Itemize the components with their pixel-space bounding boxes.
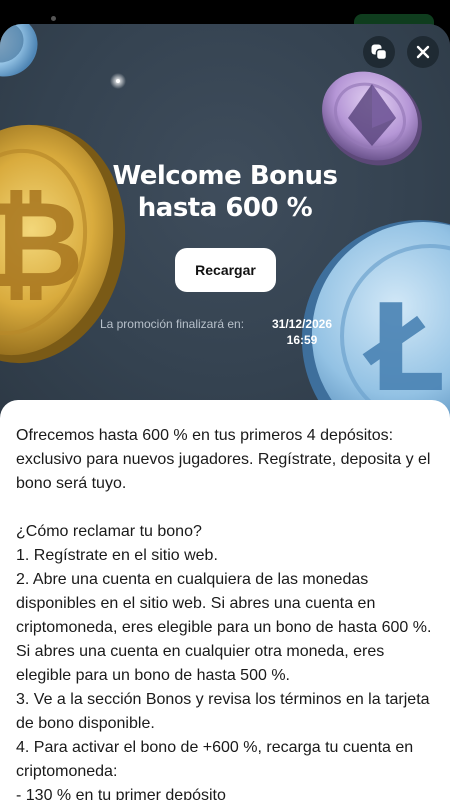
- small-blue-coin: [0, 24, 38, 77]
- promo-hero: ₿ Ł Welcome Bonus hasta 600 % Recargar L…: [0, 24, 450, 424]
- status-bar: [0, 0, 450, 28]
- bonus-description-panel: Ofrecemos hasta 600 % en tus primeros 4 …: [0, 400, 450, 800]
- svg-text:Ł: Ł: [362, 280, 445, 419]
- bonus-description-text: Ofrecemos hasta 600 % en tus primeros 4 …: [16, 427, 432, 800]
- promo-end-label: La promoción finalizará en:: [99, 317, 245, 331]
- litecoin-coin: Ł: [301, 220, 450, 424]
- svg-text:₿: ₿: [0, 176, 84, 315]
- promo-end-date: 31/12/2026 16:59: [271, 317, 333, 347]
- promo-title: Welcome Bonus hasta 600 %: [112, 161, 338, 223]
- recharge-button[interactable]: Recargar: [175, 248, 276, 292]
- bonus-modal: ₿ Ł Welcome Bonus hasta 600 % Recargar L…: [0, 24, 450, 800]
- sparkle-core: [116, 79, 120, 83]
- copy-button[interactable]: [363, 36, 395, 68]
- crypto-coins-illustration: ₿ Ł: [0, 24, 450, 424]
- bitcoin-coin: ₿: [0, 124, 126, 364]
- close-icon: [416, 45, 430, 59]
- close-button[interactable]: [407, 36, 439, 68]
- camera-dot: [51, 16, 56, 21]
- copy-icon: [371, 44, 388, 61]
